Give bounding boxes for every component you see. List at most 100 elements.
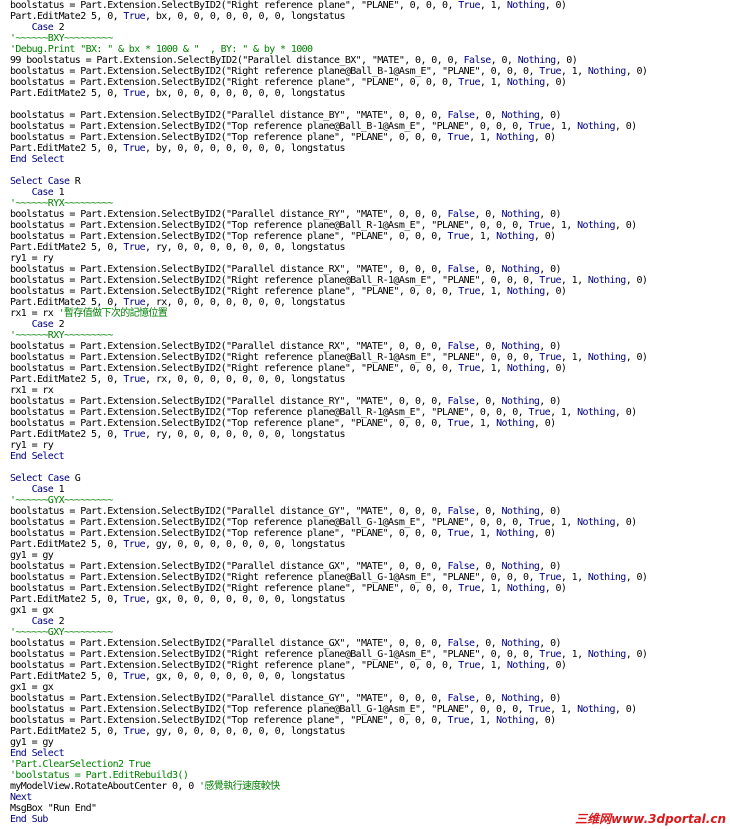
code-text: , 1, [560,352,588,363]
code-text: , 0) [555,55,578,66]
code-keyword: True [528,517,551,528]
code-text: , 1, [469,715,497,726]
code-line: boolstatus = Part.Extension.SelectByID2(… [10,418,647,429]
code-line: '~~~~~~RXY~~~~~~~~~ [10,330,647,341]
code-text: boolstatus = Part.Extension.SelectByID2(… [10,286,459,297]
code-line: boolstatus = Part.Extension.SelectByID2(… [10,704,647,715]
code-text: , 0) [614,407,637,418]
code-line: 99 boolstatus = Part.Extension.SelectByI… [10,55,647,66]
code-text: , 1, [550,704,578,715]
code-keyword: Nothing [577,407,615,418]
code-text: , 0) [614,704,637,715]
code-keyword: Nothing [587,275,626,286]
code-keyword: False [463,55,492,66]
code-text: , 0) [625,275,648,286]
code-line: boolstatus = Part.Extension.SelectByID2(… [10,0,647,11]
code-line: Part.EditMate2 5, 0, True, gy, 0, 0, 0, … [10,539,647,550]
code-line: boolstatus = Part.Extension.SelectByID2(… [10,352,648,363]
code-text: , 1, [469,132,497,143]
code-text: myModelView.RotateAboutCenter 0, 0 [10,781,200,792]
code-text: boolstatus = Part.Extension.SelectByID2(… [10,352,540,363]
code-text: , 0, [490,55,518,66]
code-keyword: False [447,110,475,121]
code-text: , 0, [474,341,502,352]
code-text: 1 [53,484,65,495]
code-keyword: True [447,132,470,143]
code-keyword: True [123,143,146,154]
code-line: Part.EditMate2 5, 0, True, bx, 0, 0, 0, … [10,11,647,22]
code-keyword: Case [31,187,54,198]
code-keyword: End Select [10,748,65,759]
code-comment: '~~~~~~GYX~~~~~~~~~ [10,495,113,506]
code-text: , 1, [479,0,507,11]
code-text: 2 [53,319,65,330]
code-text: boolstatus = Part.Extension.SelectByID2(… [10,231,448,242]
code-text: , 1, [479,583,507,594]
code-text: , ry, 0, 0, 0, 0, 0, 0, 0, longstatus [145,429,345,440]
code-line: boolstatus = Part.Extension.SelectByID2(… [10,132,647,143]
code-line: rx1 = rx '暫存值做下次的記憶位置 [10,308,647,319]
code-keyword: Nothing [501,693,540,704]
code-line: '~~~~~~GYX~~~~~~~~~ [10,495,647,506]
code-keyword: Next [10,792,32,803]
code-text: boolstatus = Part.Extension.SelectByID2(… [10,77,459,88]
code-line: '~~~~~~RYX~~~~~~~~~ [10,198,647,209]
code-keyword: True [123,539,146,550]
code-keyword: False [447,638,475,649]
code-keyword: True [528,220,551,231]
code-line: Part.EditMate2 5, 0, True, by, 0, 0, 0, … [10,143,647,154]
code-text: , 0, [474,561,502,572]
code-keyword: False [447,693,475,704]
code-text: , 0) [625,352,648,363]
code-line: gy1 = gy [10,550,647,561]
code-comment: '暫存值做下次的記憶位置 [58,308,168,319]
code-line: rx1 = rx [10,385,647,396]
code-text: boolstatus = Part.Extension.SelectByID2(… [10,517,529,528]
code-text: , 0, [474,396,502,407]
code-text: boolstatus = Part.Extension.SelectByID2(… [10,693,448,704]
code-text: Part.EditMate2 5, 0, [10,539,124,550]
code-text: , 1, [550,407,578,418]
code-keyword: False [447,561,475,572]
code-comment: '~~~~~~RXY~~~~~~~~~ [10,330,113,341]
code-line: Part.EditMate2 5, 0, True, ry, 0, 0, 0, … [10,242,647,253]
code-keyword: Nothing [501,209,540,220]
code-text: Part.EditMate2 5, 0, [10,88,124,99]
code-text: boolstatus = Part.Extension.SelectByID2(… [10,572,540,583]
code-keyword: Nothing [501,396,540,407]
code-text: , 0, [474,638,502,649]
code-line: ry1 = ry [10,253,647,264]
code-text: , 0) [533,418,556,429]
code-text: boolstatus = Part.Extension.SelectByID2(… [10,561,448,572]
code-keyword: True [458,286,480,297]
code-text: gy1 = gy [10,737,54,748]
code-keyword: Case [31,22,54,33]
code-keyword: End Select [10,451,65,462]
code-text: , gy, 0, 0, 0, 0, 0, 0, 0, longstatus [145,539,345,550]
code-keyword: Nothing [506,363,545,374]
code-text: ry1 = ry [10,440,54,451]
code-text: boolstatus = Part.Extension.SelectByID2(… [10,715,448,726]
code-keyword: True [447,715,470,726]
code-text: , 0, [474,264,502,275]
code-keyword: Nothing [577,220,615,231]
code-keyword: True [123,726,146,737]
code-text: , 1, [560,275,588,286]
code-text: 99 boolstatus = Part.Extension.SelectByI… [10,55,464,66]
code-text: Part.EditMate2 5, 0, [10,374,124,385]
code-text: , gy, 0, 0, 0, 0, 0, 0, 0, longstatus [145,726,345,737]
code-line: gy1 = gy [10,737,647,748]
code-text: boolstatus = Part.Extension.SelectByID2(… [10,407,529,418]
code-line: boolstatus = Part.Extension.SelectByID2(… [10,638,647,649]
code-text: Part.EditMate2 5, 0, [10,594,124,605]
code-line: boolstatus = Part.Extension.SelectByID2(… [10,363,647,374]
code-text: , 0) [544,660,567,671]
code-keyword: True [528,407,551,418]
code-text: , 0) [539,693,561,704]
code-text: , 1, [550,220,578,231]
